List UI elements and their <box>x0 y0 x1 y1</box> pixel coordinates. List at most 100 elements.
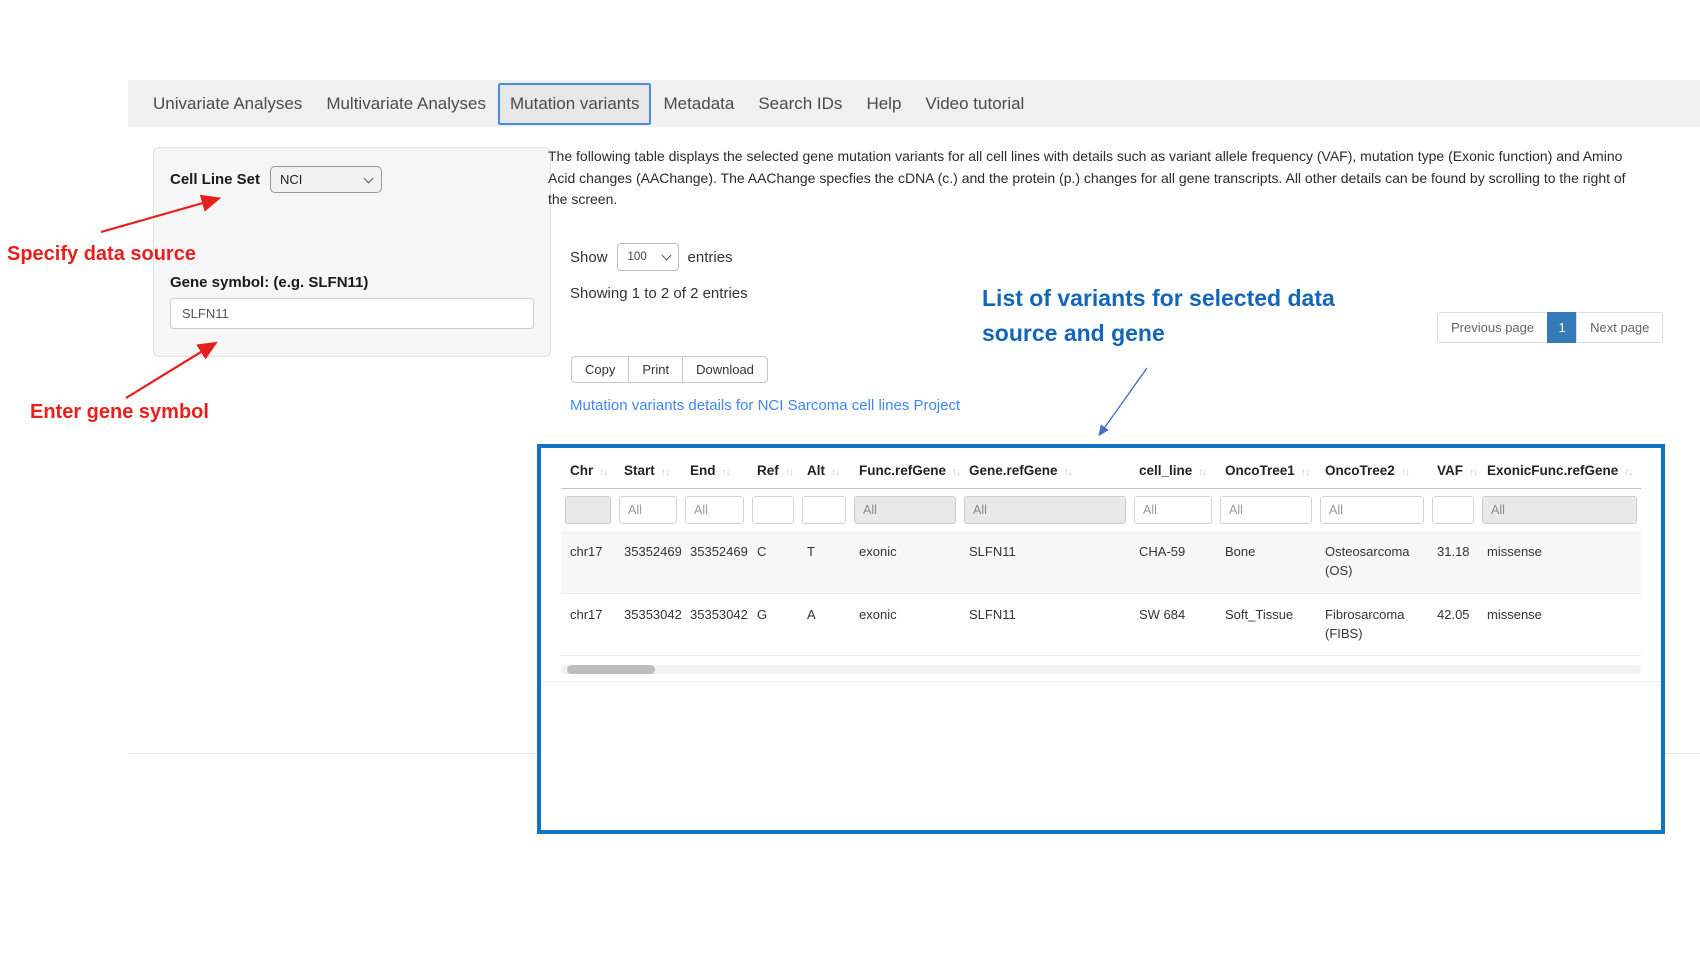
table-cell: C <box>748 531 798 593</box>
table-cell: CHA-59 <box>1130 531 1216 593</box>
chevron-down-icon <box>364 173 374 183</box>
sort-icon: ↑↓ <box>1401 467 1409 478</box>
column-label: Gene.refGene <box>969 463 1058 478</box>
variants-table-panel: Chr ↑↓ Start↑↓ End ↑↓ Ref ↑↓ Alt ↑↓ Func.ref… <box>537 444 1665 834</box>
column-label: Chr <box>570 463 593 478</box>
table-cell: exonic <box>850 531 960 593</box>
filter-input-alt[interactable] <box>802 496 846 524</box>
previous-page-button[interactable]: Previous page <box>1437 312 1548 343</box>
column-label: End <box>690 463 716 478</box>
download-button[interactable]: Download <box>682 356 768 383</box>
blue-arrow-to-table <box>1085 362 1160 444</box>
table-row[interactable]: chr17 35353042 35353042 G A exonic SLFN1… <box>561 593 1641 656</box>
column-header-oncotree2[interactable]: OncoTree2 ↑↓ <box>1316 448 1428 489</box>
sort-icon: ↑↓ <box>785 467 793 478</box>
table-cell: 35353042 <box>615 593 681 656</box>
table-cell: 35352469 <box>615 531 681 593</box>
sort-icon: ↑↓ <box>599 467 607 478</box>
column-header-alt[interactable]: Alt ↑↓ <box>798 448 850 489</box>
table-cell: chr17 <box>561 593 615 656</box>
print-button[interactable]: Print <box>628 356 683 383</box>
column-header-chr[interactable]: Chr ↑↓ <box>561 448 615 489</box>
table-cell: Bone <box>1216 531 1316 593</box>
page-length-value: 100 <box>628 251 647 263</box>
column-header-exonicfunc-refgene[interactable]: ExonicFunc.refGene ↑↓ <box>1478 448 1641 489</box>
table-cell: SW 684 <box>1130 593 1216 656</box>
tab-multivariate-analyses[interactable]: Multivariate Analyses <box>314 83 498 125</box>
cell-line-set-select[interactable]: NCI <box>270 166 382 193</box>
column-label: Func.refGene <box>859 463 946 478</box>
table-cell: SLFN11 <box>960 593 1130 656</box>
horizontal-scrollbar[interactable] <box>561 665 1641 674</box>
filter-input-ref[interactable] <box>752 496 794 524</box>
filter-select-chr[interactable] <box>565 496 611 524</box>
filter-input-vaf[interactable] <box>1432 496 1474 524</box>
table-cell: Osteosarcoma (OS) <box>1316 531 1428 593</box>
showing-entries-info: Showing 1 to 2 of 2 entries <box>570 285 748 302</box>
column-label: Alt <box>807 463 825 478</box>
tab-metadata[interactable]: Metadata <box>651 83 746 125</box>
annotation-specify-data-source: Specify data source <box>7 243 196 266</box>
filter-select-gene-refgene[interactable]: All <box>964 496 1126 524</box>
current-page-button[interactable]: 1 <box>1547 312 1577 343</box>
tab-mutation-variants[interactable]: Mutation variants <box>498 83 651 125</box>
sort-icon: ↑↓ <box>1198 467 1206 478</box>
cell-line-set-value: NCI <box>280 172 302 187</box>
table-cell: chr17 <box>561 531 615 593</box>
column-header-start[interactable]: Start↑↓ <box>615 448 681 489</box>
column-header-vaf[interactable]: VAF ↑↓ <box>1428 448 1478 489</box>
filter-select-func-refgene[interactable]: All <box>854 496 956 524</box>
table-cell: T <box>798 531 850 593</box>
header-row: Chr ↑↓ Start↑↓ End ↑↓ Ref ↑↓ Alt ↑↓ Func.ref… <box>561 448 1641 489</box>
table-cell: Soft_Tissue <box>1216 593 1316 656</box>
chevron-down-icon <box>661 251 671 261</box>
table-cell: A <box>798 593 850 656</box>
red-arrow-to-dropdown <box>95 190 230 240</box>
scrollbar-thumb[interactable] <box>567 665 655 674</box>
column-header-cell-line[interactable]: cell_line↑↓ <box>1130 448 1216 489</box>
column-label: VAF <box>1437 463 1463 478</box>
column-header-end[interactable]: End ↑↓ <box>681 448 748 489</box>
red-arrow-to-gene-input <box>118 336 226 406</box>
table-bottom-divider <box>541 681 1661 682</box>
show-entries-control: Show 100 entries <box>570 243 733 271</box>
filter-input-cell-line[interactable] <box>1134 496 1212 524</box>
sort-icon: ↑↓ <box>1469 467 1477 478</box>
table-row[interactable]: chr17 35352469 35352469 C T exonic SLFN1… <box>561 531 1641 593</box>
table-caption-link[interactable]: Mutation variants details for NCI Sarcom… <box>570 397 960 414</box>
next-page-button[interactable]: Next page <box>1576 312 1663 343</box>
filter-input-oncotree1[interactable] <box>1220 496 1312 524</box>
filter-row: All All All <box>561 489 1641 532</box>
sort-icon: ↑↓ <box>952 467 960 478</box>
filter-select-exonicfunc-refgene[interactable]: All <box>1482 496 1637 524</box>
tab-video-tutorial[interactable]: Video tutorial <box>913 83 1036 125</box>
tab-help[interactable]: Help <box>854 83 913 125</box>
tab-univariate-analyses[interactable]: Univariate Analyses <box>141 83 314 125</box>
column-header-ref[interactable]: Ref ↑↓ <box>748 448 798 489</box>
show-label: Show <box>570 249 608 266</box>
gene-symbol-input[interactable] <box>170 298 534 329</box>
sort-icon: ↑↓ <box>1624 467 1632 478</box>
sidebar-panel: Cell Line Set NCI Gene symbol: (e.g. SLF… <box>153 147 551 357</box>
table-cell: 42.05 <box>1428 593 1478 656</box>
tab-search-ids[interactable]: Search IDs <box>746 83 854 125</box>
table-cell: 35353042 <box>681 593 748 656</box>
column-header-oncotree1[interactable]: OncoTree1↑↓ <box>1216 448 1316 489</box>
entries-label: entries <box>688 249 733 266</box>
export-button-group: Copy Print Download <box>571 356 768 383</box>
page-length-select[interactable]: 100 <box>617 243 679 271</box>
column-header-func-refgene[interactable]: Func.refGene ↑↓ <box>850 448 960 489</box>
filter-input-start[interactable] <box>619 496 677 524</box>
filter-input-oncotree2[interactable] <box>1320 496 1424 524</box>
column-label: Ref <box>757 463 779 478</box>
column-header-gene-refgene[interactable]: Gene.refGene ↑↓ <box>960 448 1130 489</box>
column-label: OncoTree2 <box>1325 463 1395 478</box>
sort-icon: ↑↓ <box>831 467 839 478</box>
table-cell: 35352469 <box>681 531 748 593</box>
sort-icon: ↑↓ <box>722 467 730 478</box>
filter-input-end[interactable] <box>685 496 744 524</box>
sort-icon: ↑↓ <box>1064 467 1072 478</box>
nav-bar: Univariate Analyses Multivariate Analyse… <box>128 80 1700 127</box>
copy-button[interactable]: Copy <box>571 356 629 383</box>
column-label: ExonicFunc.refGene <box>1487 463 1618 478</box>
